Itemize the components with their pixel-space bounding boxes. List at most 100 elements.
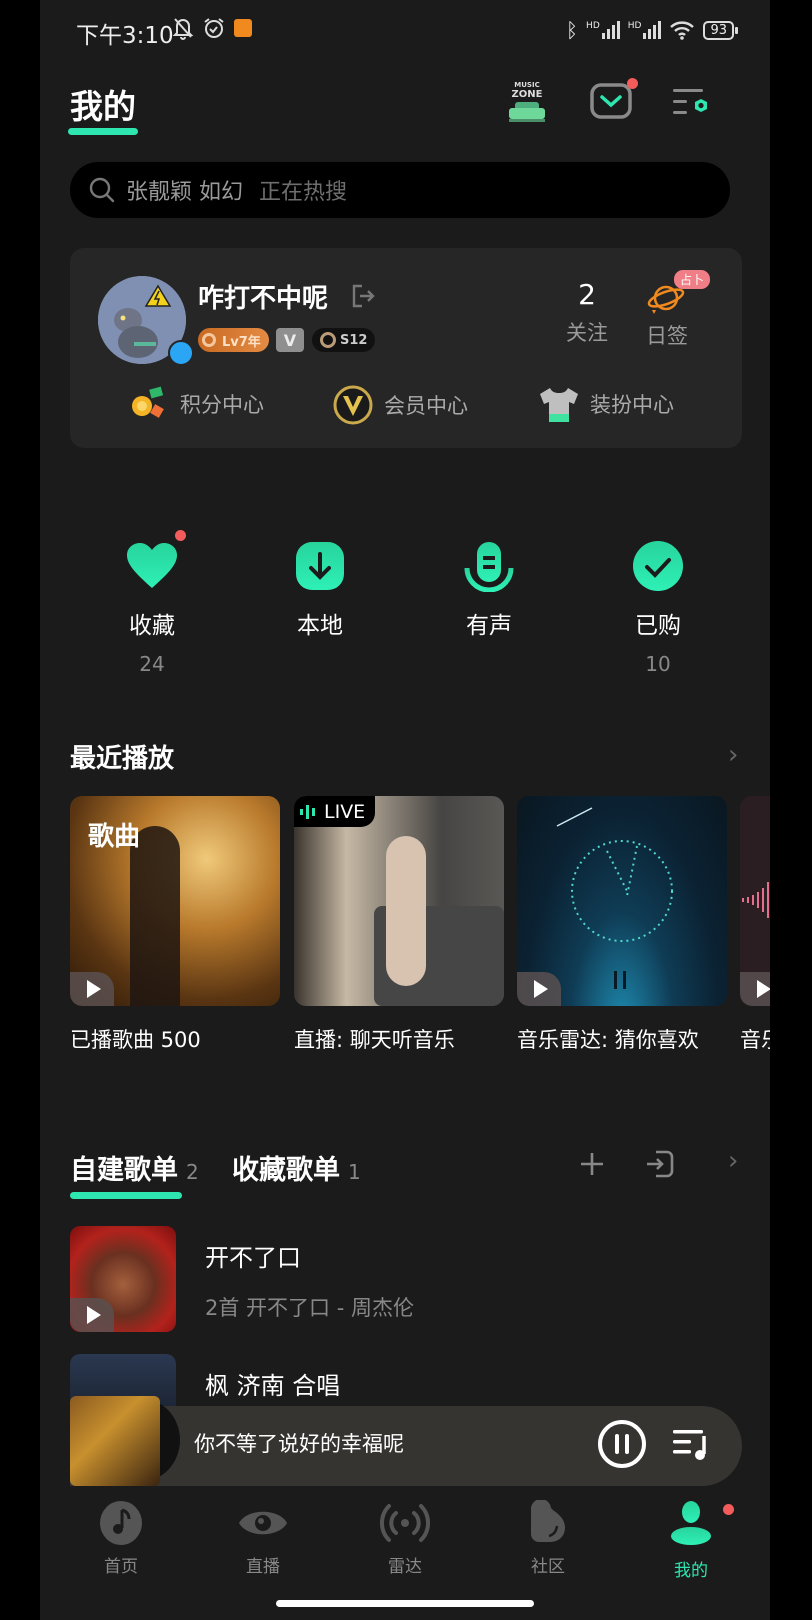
recent-card-live-person	[386, 836, 426, 986]
community-icon	[530, 1500, 565, 1542]
music-zone-label-bottom: ZONE	[511, 88, 543, 100]
recent-more-chevron-icon[interactable]: ›	[728, 740, 738, 770]
playlist-1-title[interactable]: 开不了口	[205, 1238, 301, 1273]
status-icons-right: ᛒ HD HD 93	[566, 18, 738, 42]
live-bars-icon	[300, 804, 315, 819]
play-icon	[534, 980, 548, 998]
nav-live[interactable]: 直播	[213, 1500, 313, 1577]
quick-favorites-count: 24	[139, 652, 165, 676]
daily-checkin[interactable]: 占卜 日签	[630, 270, 710, 350]
search-placeholder: 张靓颖 如幻	[126, 180, 243, 205]
points-center-label: 积分中心	[180, 393, 264, 417]
player-cover[interactable]	[70, 1396, 160, 1486]
season-badge-text: S12	[340, 332, 368, 348]
recent-card-songs-tag: 歌曲	[88, 822, 141, 852]
quick-favorites-label: 收藏	[129, 613, 175, 639]
playlists-more-chevron-icon[interactable]: ›	[728, 1146, 738, 1176]
season-badge-icon	[320, 332, 336, 348]
status-time: 下午3:10	[76, 23, 174, 49]
menu-settings-icon	[673, 89, 707, 114]
tab-created-playlists[interactable]: 自建歌单 2	[70, 1148, 199, 1187]
recent-card-songs-play-button[interactable]	[70, 972, 114, 1006]
home-indicator[interactable]	[276, 1600, 534, 1607]
network-1-label: HD	[586, 21, 600, 31]
nav-live-label: 直播	[246, 1557, 280, 1577]
music-zone-button[interactable]: MUSIC ZONE	[502, 76, 552, 126]
import-playlist-icon[interactable]	[644, 1148, 676, 1180]
search-bar[interactable]: 张靓颖 如幻 正在热搜	[70, 162, 730, 218]
quick-local[interactable]: 本地	[260, 540, 380, 676]
quick-purchased-label: 已购	[635, 613, 681, 639]
search-icon	[89, 177, 115, 203]
recent-card-music-play-button[interactable]	[740, 972, 770, 1006]
recent-card-live[interactable]: LIVE	[294, 796, 504, 1006]
nav-radar-label: 雷达	[388, 1557, 422, 1577]
recent-card-music-label[interactable]: 音乐	[740, 1024, 770, 1054]
vip-badge[interactable]: V	[276, 328, 304, 352]
live-badge: LIVE	[294, 796, 376, 827]
follow-stat[interactable]: 2 关注	[552, 278, 622, 347]
recent-card-radar[interactable]	[517, 796, 727, 1006]
follow-count: 2	[578, 278, 596, 311]
nav-profile[interactable]: 我的	[641, 1500, 741, 1581]
playlist-2-title[interactable]: 枫 济南 合唱	[205, 1366, 340, 1401]
vip-icon	[333, 385, 373, 425]
logout-icon[interactable]	[348, 282, 376, 310]
eye-icon	[239, 1511, 287, 1535]
username[interactable]: 咋打不中呢	[198, 278, 328, 315]
level-badge-icon	[202, 333, 216, 347]
tab-collected-label: 收藏歌单	[232, 1155, 340, 1186]
nav-profile-label: 我的	[674, 1561, 708, 1581]
playlist-cover-1[interactable]	[70, 1226, 176, 1332]
music-zone-label-top: MUSIC	[514, 80, 540, 89]
nav-home[interactable]: 首页	[71, 1500, 171, 1577]
mail-icon	[590, 83, 632, 119]
level-badge[interactable]: Lv7年	[198, 328, 269, 352]
nav-radar[interactable]: 雷达	[355, 1500, 455, 1577]
follow-label: 关注	[566, 321, 608, 345]
player-track-title[interactable]: 你不等了说好的幸福呢	[194, 1428, 404, 1458]
recent-card-live-label[interactable]: 直播: 聊天听音乐	[294, 1024, 455, 1054]
quick-favorites[interactable]: 收藏 24	[92, 530, 212, 676]
pause-button[interactable]	[596, 1418, 648, 1470]
check-icon	[633, 541, 683, 591]
alarm-icon	[204, 18, 224, 38]
profile-card: 咋打不中呢 Lv7年 V S12 2 关注 占卜 日签 积分中心 会员中心 装扮…	[70, 248, 742, 448]
download-icon	[296, 542, 344, 590]
points-center[interactable]: 积分中心	[128, 384, 264, 424]
vip-badge-text: V	[283, 330, 297, 350]
quick-purchased[interactable]: 已购 10	[598, 540, 718, 676]
battery-indicator: 93	[703, 20, 738, 40]
nav-community[interactable]: 社区	[498, 1500, 598, 1577]
tab-collected-playlists[interactable]: 收藏歌单 1	[232, 1148, 361, 1187]
tab-created-count: 2	[186, 1160, 199, 1184]
quick-audio[interactable]: 有声	[429, 540, 549, 676]
recent-card-radar-label[interactable]: 音乐雷达: 猜你喜欢	[517, 1024, 699, 1054]
recent-card-songs-label[interactable]: 已播歌曲 500	[70, 1024, 201, 1054]
settings-menu-button[interactable]	[666, 76, 716, 126]
recording-app-icon	[234, 19, 252, 37]
recent-card-radar-play-button[interactable]	[517, 972, 561, 1006]
live-badge-text: LIVE	[324, 800, 366, 823]
playlist-1-subtitle: 2首 开不了口 - 周杰伦	[205, 1296, 414, 1320]
dressup-center[interactable]: 装扮中心	[538, 384, 674, 424]
quick-purchased-count: 10	[645, 652, 671, 676]
radar-icon	[379, 1504, 431, 1542]
add-playlist-icon[interactable]	[578, 1150, 606, 1178]
sofa-icon	[509, 101, 545, 122]
mail-button[interactable]	[586, 76, 638, 126]
recent-title: 最近播放	[70, 744, 175, 774]
qq-badge	[168, 340, 194, 366]
profile-icon	[671, 1501, 711, 1545]
tab-collected-count: 1	[348, 1160, 361, 1184]
recent-card-songs[interactable]: 歌曲	[70, 796, 280, 1006]
level-badge-text: Lv7年	[222, 334, 261, 350]
title-underline	[68, 128, 138, 135]
divination-badge: 占卜	[673, 270, 710, 289]
vip-center[interactable]: 会员中心	[332, 384, 468, 426]
playlist-1-play-button[interactable]	[70, 1298, 114, 1332]
tshirt-icon	[540, 388, 578, 422]
playlist-queue-icon[interactable]	[670, 1422, 712, 1464]
season-badge[interactable]: S12	[312, 328, 376, 352]
recent-card-music[interactable]	[740, 796, 770, 1006]
